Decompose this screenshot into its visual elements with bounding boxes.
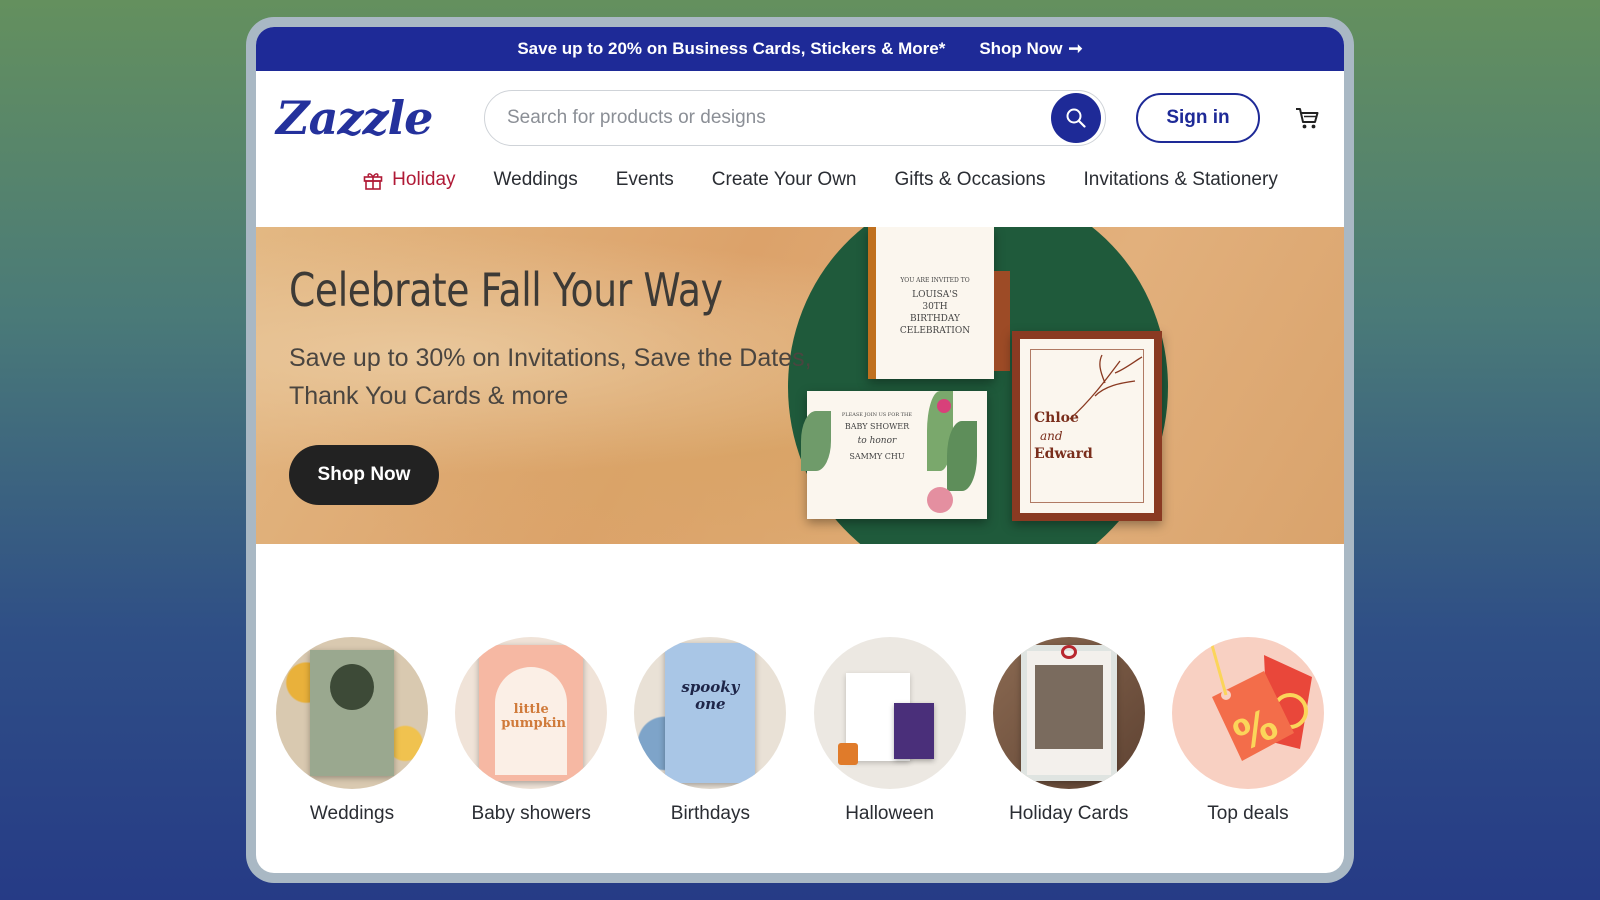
category-birthdays[interactable]: spooky one Birthdays	[634, 637, 787, 825]
category-label: Holiday Cards	[1009, 803, 1129, 824]
birthdays-thumbnail: spooky one	[634, 637, 787, 789]
wedding-invitation-image: Chloe and Edward	[1012, 331, 1162, 521]
gift-icon	[363, 173, 383, 190]
category-label: Top deals	[1207, 803, 1289, 824]
price-tag-icon: %	[1210, 644, 1312, 761]
wedding-names: Chloe and Edward	[1034, 409, 1093, 463]
card-text: Chloe	[1034, 410, 1079, 426]
promo-link-label: Shop Now	[979, 39, 1063, 58]
card-text: BABY SHOWER	[844, 422, 910, 431]
holiday-cards-thumbnail	[992, 637, 1145, 789]
hero-banner[interactable]: YOU ARE INVITED TO LOUISA'S 30TH BIRTHDA…	[256, 227, 1344, 544]
cart-button[interactable]	[1294, 105, 1320, 131]
card-text: and	[1040, 429, 1063, 443]
category-carousel: Weddings little pumpkin Baby showers spoo…	[256, 637, 1344, 825]
nav-item-gifts-occasions[interactable]: Gifts & Occasions	[895, 165, 1046, 195]
card-text: to honor	[857, 436, 897, 446]
category-baby-showers[interactable]: little pumpkin Baby showers	[455, 637, 608, 825]
zazzle-logo[interactable]: Zazzle	[276, 91, 462, 145]
card-text: 30TH	[922, 302, 948, 312]
card-text: BIRTHDAY	[910, 314, 960, 324]
search-icon	[1066, 108, 1086, 128]
halloween-thumbnail	[813, 637, 966, 789]
baby-card-mini: little pumpkin	[479, 645, 584, 781]
top-deals-thumbnail: %	[1171, 637, 1324, 789]
nav-item-holiday[interactable]: Holiday	[362, 165, 456, 195]
promo-shop-now-link[interactable]: Shop Now ➞	[979, 39, 1082, 59]
browser-viewport: Save up to 20% on Business Cards, Sticke…	[256, 27, 1344, 873]
nav-item-events[interactable]: Events	[616, 165, 674, 195]
category-halloween[interactable]: Halloween	[813, 637, 966, 825]
category-weddings[interactable]: Weddings	[276, 637, 428, 825]
category-label: Weddings	[309, 803, 395, 824]
wedding-card-mini	[310, 650, 394, 776]
card-text: YOU ARE INVITED TO	[900, 277, 970, 284]
nav-label-holiday: Holiday	[392, 169, 456, 190]
search-input[interactable]	[507, 107, 1051, 129]
nav-item-invitations-stationery[interactable]: Invitations & Stationery	[1084, 165, 1278, 195]
birthday-invitation-image: YOU ARE INVITED TO LOUISA'S 30TH BIRTHDA…	[868, 227, 1010, 379]
holiday-card-mini	[1020, 645, 1117, 781]
sign-in-button[interactable]: Sign in	[1136, 93, 1260, 143]
mug	[837, 743, 858, 765]
category-top-deals[interactable]: % Top deals	[1171, 637, 1324, 825]
nav-item-weddings[interactable]: Weddings	[494, 165, 578, 195]
category-holiday-cards[interactable]: Holiday Cards	[992, 637, 1145, 825]
hero-subtitle: Save up to 30% on Invitations, Save the …	[289, 344, 812, 410]
arrow-right-icon: ➞	[1068, 39, 1083, 58]
cart-icon	[1296, 108, 1319, 129]
site-header: Zazzle Sign in	[256, 71, 1344, 165]
card-text: CELEBRATION	[899, 326, 971, 336]
promo-text: Save up to 20% on Business Cards, Sticke…	[517, 39, 946, 58]
device-frame: Save up to 20% on Business Cards, Sticke…	[246, 17, 1354, 883]
main-nav: Holiday Weddings Events Create Your Own …	[256, 165, 1344, 227]
category-label: Baby showers	[471, 803, 591, 824]
category-label: Birthdays	[670, 803, 750, 824]
birthday-card-mini: spooky one	[665, 643, 756, 783]
category-label: Halloween	[845, 803, 934, 824]
promo-banner: Save up to 20% on Business Cards, Sticke…	[256, 27, 1344, 71]
nav-item-create-your-own[interactable]: Create Your Own	[712, 165, 857, 195]
card-text: SAMMY CHU	[849, 452, 905, 461]
card-text: Edward	[1034, 446, 1093, 462]
baby-showers-thumbnail: little pumpkin	[455, 637, 608, 789]
weddings-thumbnail	[276, 637, 428, 789]
card-text: LOUISA'S	[912, 290, 958, 300]
halloween-card-mini	[893, 703, 934, 759]
search-button[interactable]	[1051, 93, 1101, 143]
hero-title: Celebrate Fall Your Way	[289, 263, 723, 317]
search-bar	[484, 90, 1106, 146]
hero-shop-now-button[interactable]: Shop Now	[289, 445, 439, 505]
